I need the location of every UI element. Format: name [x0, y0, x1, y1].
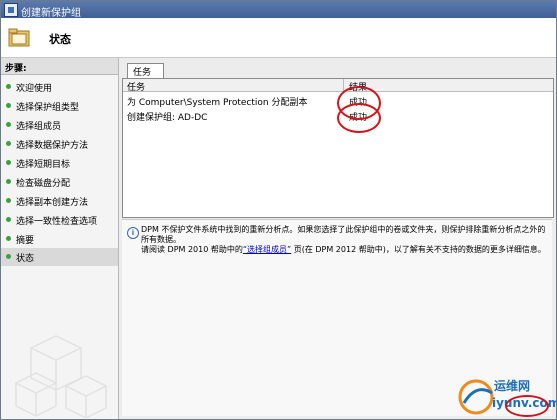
wizard-window: 创建新保护组 状态 步骤: 欢迎使用 选择保护组类型 选择组成员 选择数据保护方…: [0, 0, 557, 420]
step-status-icon: [6, 179, 11, 184]
step-status-icon: [6, 84, 11, 89]
annotation-circle: [337, 103, 381, 133]
task-results-grid: 任务 结果 为 Computer\System Protection 分配副本 …: [122, 78, 554, 218]
main-panel: 任务 任务 结果 为 Computer\System Protection 分配…: [119, 58, 556, 419]
window-title: 创建新保护组: [21, 8, 81, 19]
step-welcome[interactable]: 欢迎使用: [1, 78, 118, 96]
page-title: 状态: [49, 33, 71, 46]
info-line-2: 请阅读 DPM 2010 帮助中的“选择组成员” 页(在 DPM 2012 帮助…: [141, 245, 546, 255]
tab-task[interactable]: 任务: [127, 63, 164, 78]
step-status[interactable]: 状态: [1, 248, 118, 266]
step-status-icon: [6, 254, 11, 259]
step-label: 选择组成员: [16, 122, 62, 132]
folder-icon: [8, 28, 30, 47]
step-status-icon: [6, 236, 11, 241]
steps-sidebar: 步骤: 欢迎使用 选择保护组类型 选择组成员 选择数据保护方法 选择短期目标 检…: [1, 58, 119, 419]
info-text: DPM 不保护文件系统中找到的重新分析点。如果您选择了此保护组中的卷或文件夹，则…: [141, 225, 546, 255]
step-select-members[interactable]: 选择组成员: [1, 116, 118, 134]
step-select-group-type[interactable]: 选择保护组类型: [1, 97, 118, 115]
page-header: 状态: [1, 18, 556, 58]
step-summary[interactable]: 摘要: [1, 230, 118, 248]
info-line-1: DPM 不保护文件系统中找到的重新分析点。如果您选择了此保护组中的卷或文件夹，则…: [141, 225, 546, 244]
step-label: 摘要: [16, 236, 35, 246]
column-header-task[interactable]: 任务: [127, 80, 145, 93]
step-status-icon: [6, 198, 11, 203]
globe-logo-icon: [458, 379, 494, 415]
step-data-protection-method[interactable]: 选择数据保护方法: [1, 135, 118, 153]
step-label: 检查磁盘分配: [16, 179, 71, 189]
watermark-top-text: 运维网: [494, 379, 531, 393]
step-label: 状态: [16, 254, 35, 264]
info-icon: i: [127, 227, 139, 239]
step-label: 选择短期目标: [16, 160, 71, 170]
steps-title-label: 步骤:: [5, 64, 27, 74]
title-bar[interactable]: 创建新保护组: [1, 1, 556, 19]
step-label: 选择保护组类型: [16, 103, 80, 113]
step-replica-creation[interactable]: 选择副本创建方法: [1, 192, 118, 210]
step-status-icon: [6, 217, 11, 222]
step-status-icon: [6, 160, 11, 165]
tab-task-label: 任务: [133, 68, 152, 78]
step-status-icon: [6, 122, 11, 127]
select-members-help-link[interactable]: “选择组成员”: [243, 245, 291, 254]
info-line-2-suffix: 页(在 DPM 2012 帮助中)，以了解有关不支持的数据的更多详细信息。: [291, 245, 546, 254]
annotation-circle: [505, 395, 549, 417]
step-label: 选择数据保护方法: [16, 141, 89, 151]
step-consistency-check[interactable]: 选择一致性检查选项: [1, 211, 118, 229]
step-status-icon: [6, 141, 11, 146]
task-cell: 为 Computer\System Protection 分配副本: [127, 98, 308, 108]
step-status-icon: [6, 103, 11, 108]
step-label: 欢迎使用: [16, 84, 53, 94]
decorative-boxes-icon: [14, 335, 108, 418]
step-label: 选择副本创建方法: [16, 198, 89, 208]
step-disk-allocation[interactable]: 检查磁盘分配: [1, 173, 118, 191]
task-cell: 创建保护组: AD-DC: [127, 113, 208, 123]
step-short-term-goals[interactable]: 选择短期目标: [1, 154, 118, 172]
app-icon: [4, 3, 18, 17]
info-line-2-prefix: 请阅读 DPM 2010 帮助中的: [141, 245, 243, 254]
step-label: 选择一致性检查选项: [16, 217, 98, 227]
steps-title: 步骤:: [1, 58, 118, 75]
grid-header: 任务 结果: [123, 79, 553, 93]
